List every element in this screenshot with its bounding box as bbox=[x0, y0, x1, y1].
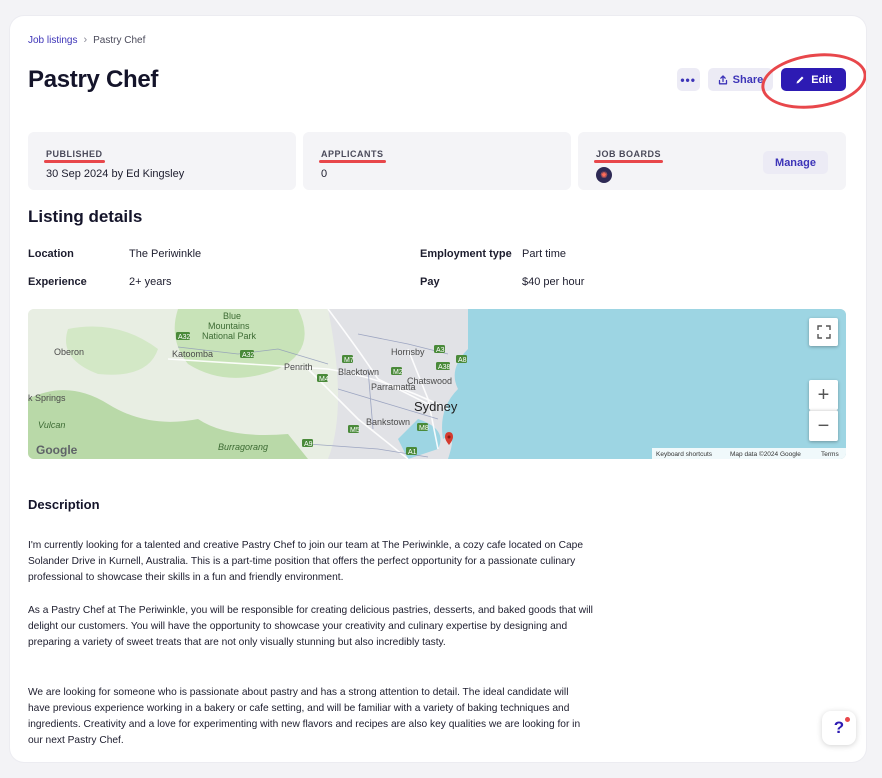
svg-text:Hornsby: Hornsby bbox=[391, 347, 425, 357]
employment-type-detail: Employment type Part time bbox=[420, 248, 566, 260]
svg-text:A1: A1 bbox=[408, 449, 417, 456]
description-paragraph-2: As a Pastry Chef at The Periwinkle, you … bbox=[28, 605, 593, 648]
experience-value: 2+ years bbox=[129, 276, 172, 288]
svg-text:Terms: Terms bbox=[821, 451, 839, 458]
zoom-out-button[interactable]: − bbox=[809, 410, 838, 441]
question-mark-icon: ? bbox=[833, 718, 845, 737]
experience-label: Experience bbox=[28, 276, 87, 288]
share-label: Share bbox=[732, 73, 764, 86]
description-title: Description bbox=[28, 497, 100, 512]
svg-text:Blue: Blue bbox=[223, 311, 241, 321]
breadcrumb-current: Pastry Chef bbox=[93, 34, 146, 46]
svg-text:A3: A3 bbox=[436, 347, 445, 354]
svg-text:Oberon: Oberon bbox=[54, 347, 84, 357]
share-icon bbox=[718, 74, 727, 84]
experience-detail: Experience 2+ years bbox=[28, 276, 172, 288]
svg-text:M8: M8 bbox=[419, 425, 429, 432]
published-value: 30 Sep 2024 by Ed Kingsley bbox=[46, 168, 185, 180]
share-button[interactable]: Share bbox=[707, 68, 774, 91]
description-paragraph-1: I'm currently looking for a talented and… bbox=[28, 540, 583, 583]
svg-text:M4: M4 bbox=[319, 376, 329, 383]
svg-text:Bankstown: Bankstown bbox=[366, 417, 410, 427]
svg-text:A32: A32 bbox=[178, 334, 191, 341]
manage-job-boards-button[interactable]: Manage bbox=[763, 151, 828, 174]
svg-text:Keyboard shortcuts: Keyboard shortcuts bbox=[656, 451, 713, 458]
svg-text:M5: M5 bbox=[350, 427, 360, 434]
employment-type-label: Employment type bbox=[420, 248, 512, 260]
stats-row: PUBLISHED 30 Sep 2024 by Ed Kingsley APP… bbox=[28, 132, 846, 190]
map-canvas: A32 A32 M7 M4 A3 A38 A8 M2 M8 A9 M5 A1 B… bbox=[28, 309, 846, 459]
location-detail: Location The Periwinkle bbox=[28, 248, 201, 260]
notification-dot bbox=[845, 717, 850, 722]
applicants-label: APPLICANTS bbox=[319, 149, 386, 163]
svg-text:Penrith: Penrith bbox=[284, 362, 313, 372]
svg-text:Map data ©2024 Google: Map data ©2024 Google bbox=[730, 450, 801, 458]
description-paragraph-3: We are looking for someone who is passio… bbox=[28, 687, 581, 746]
ellipsis-icon: ••• bbox=[680, 72, 696, 87]
svg-text:Katoomba: Katoomba bbox=[172, 349, 213, 359]
employment-type-value: Part time bbox=[522, 248, 567, 260]
job-board-logo-icon: ✺ bbox=[596, 167, 612, 183]
page-title: Pastry Chef bbox=[28, 66, 159, 93]
listing-details-title: Listing details bbox=[28, 207, 143, 226]
breadcrumb-job-listings-link[interactable]: Job listings bbox=[28, 35, 77, 46]
svg-text:Burragorang: Burragorang bbox=[218, 442, 268, 452]
pay-label: Pay bbox=[420, 276, 440, 288]
chevron-right-icon: › bbox=[83, 34, 88, 46]
published-label: PUBLISHED bbox=[44, 149, 105, 163]
job-boards-label: JOB BOARDS bbox=[593, 149, 664, 163]
svg-text:Sydney: Sydney bbox=[414, 399, 458, 414]
svg-text:M7: M7 bbox=[344, 357, 354, 364]
location-map[interactable]: A32 A32 M7 M4 A3 A38 A8 M2 M8 A9 M5 A1 B… bbox=[28, 309, 846, 459]
svg-text:A9: A9 bbox=[304, 441, 313, 448]
svg-text:Blacktown: Blacktown bbox=[338, 367, 379, 377]
svg-text:Mountains: Mountains bbox=[208, 321, 250, 331]
svg-text:k Springs: k Springs bbox=[28, 393, 66, 403]
applicants-stat: APPLICANTS 0 bbox=[303, 132, 571, 190]
svg-text:A8: A8 bbox=[458, 357, 467, 364]
pay-detail: Pay $40 per hour bbox=[420, 276, 584, 288]
location-value: The Periwinkle bbox=[129, 248, 202, 260]
job-detail-card: Job listings › Pastry Chef Pastry Chef •… bbox=[10, 16, 866, 762]
header-actions: ••• Share Edit bbox=[676, 46, 866, 116]
svg-text:A38: A38 bbox=[438, 364, 451, 371]
location-label: Location bbox=[28, 248, 74, 260]
pay-value: $40 per hour bbox=[522, 276, 585, 288]
job-boards-stat: JOB BOARDS ✺ Manage bbox=[578, 132, 846, 190]
pencil-icon bbox=[796, 76, 804, 83]
svg-text:A32: A32 bbox=[242, 352, 255, 359]
svg-text:Google: Google bbox=[36, 443, 78, 457]
help-button[interactable]: ? bbox=[822, 711, 856, 745]
fullscreen-icon bbox=[816, 325, 831, 339]
svg-text:Vulcan: Vulcan bbox=[38, 420, 65, 430]
svg-text:National Park: National Park bbox=[202, 331, 257, 341]
more-options-button[interactable]: ••• bbox=[676, 68, 700, 91]
fullscreen-button[interactable] bbox=[809, 318, 838, 346]
breadcrumb: Job listings › Pastry Chef bbox=[28, 34, 145, 46]
svg-text:Chatswood: Chatswood bbox=[407, 376, 452, 386]
svg-text:M2: M2 bbox=[393, 369, 403, 376]
published-stat: PUBLISHED 30 Sep 2024 by Ed Kingsley bbox=[28, 132, 296, 190]
applicants-value: 0 bbox=[321, 168, 328, 180]
zoom-in-button[interactable]: + bbox=[809, 380, 838, 410]
edit-label: Edit bbox=[811, 73, 832, 86]
edit-button[interactable]: Edit bbox=[757, 46, 866, 116]
